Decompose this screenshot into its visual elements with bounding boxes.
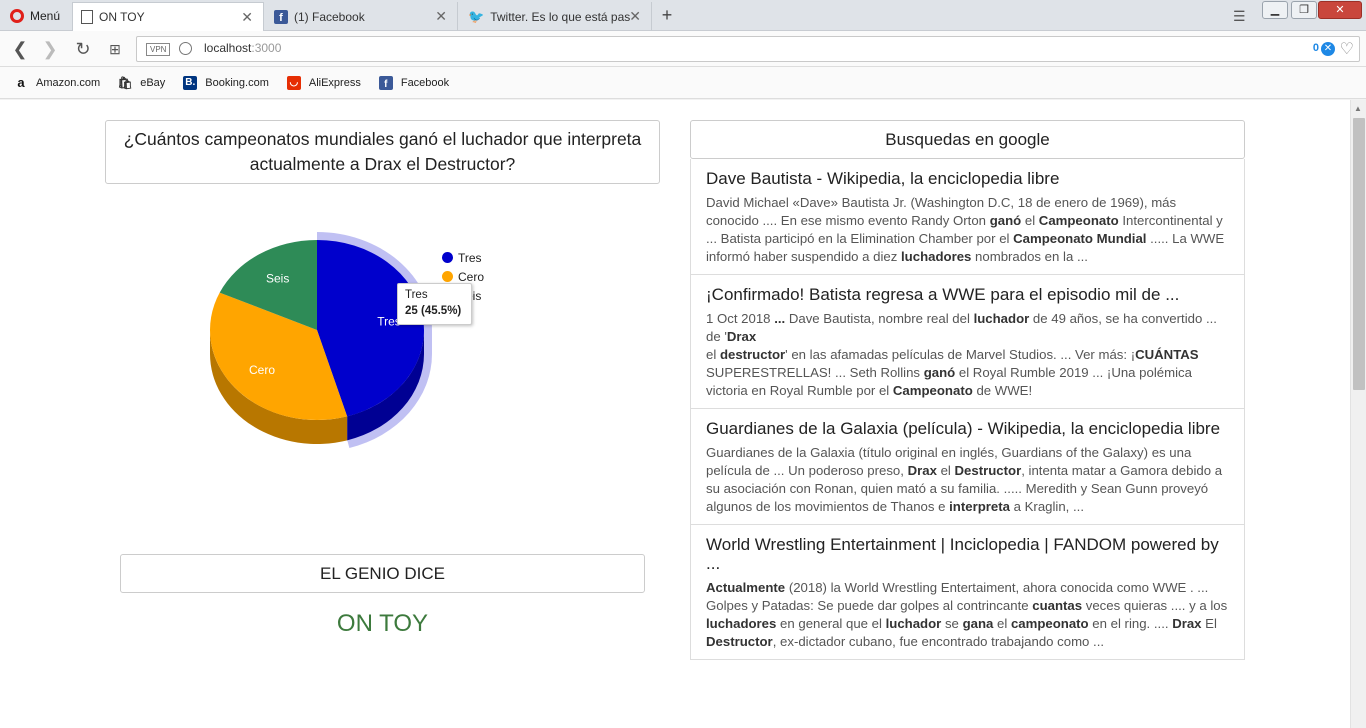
bookmark-ebay[interactable]: 🛍 eBay xyxy=(117,75,166,90)
twitter-icon: 🐦 xyxy=(468,8,485,24)
search-results: Dave Bautista - Wikipedia, la encicloped… xyxy=(690,159,1245,660)
minimize-button[interactable]: ▁ xyxy=(1262,1,1288,19)
maximize-button[interactable]: ❐ xyxy=(1291,1,1317,19)
genio-answer: ON TOY xyxy=(336,610,429,637)
bookmark-booking[interactable]: B. Booking.com xyxy=(183,75,269,90)
globe-icon xyxy=(179,42,192,55)
url-host: localhost xyxy=(204,41,252,55)
pie-chart: Tres Cero Seis xyxy=(210,232,432,449)
amazon-icon: a xyxy=(17,75,25,90)
tab-twitter[interactable]: 🐦 Twitter. Es lo que está pasan ✕ xyxy=(460,2,652,31)
question-panel: ¿Cuántos campeonatos mundiales ganó el l… xyxy=(105,120,660,184)
aliexpress-icon: ◡ xyxy=(286,75,301,90)
scroll-up-icon[interactable]: ▲ xyxy=(1354,104,1362,113)
bookmark-facebook[interactable]: f Facebook xyxy=(378,75,450,90)
address-bar[interactable]: VPN localhost:3000 0 ✕ ♡ xyxy=(136,36,1360,62)
forward-icon[interactable]: ❯ xyxy=(40,39,60,59)
tab-label: (1) Facebook xyxy=(294,9,365,24)
tab-label: ON TOY xyxy=(99,10,145,24)
bookmark-label: AliExpress xyxy=(308,76,361,89)
chart-tooltip: Tres 25 (45.5%) xyxy=(397,283,472,325)
ad-block-icon[interactable]: ✕ xyxy=(1321,42,1335,56)
page-content: ¿Cuántos campeonatos mundiales ganó el l… xyxy=(0,100,1366,728)
close-window-button[interactable]: ✕ xyxy=(1318,1,1362,19)
scrollbar-thumb[interactable] xyxy=(1353,118,1365,390)
search-result[interactable]: Guardianes de la Galaxia (película) - Wi… xyxy=(691,408,1244,524)
speed-dial-icon[interactable]: ⊞ xyxy=(105,39,125,59)
blocked-counter: 0 xyxy=(1312,42,1319,54)
tooltip-label: Tres xyxy=(405,289,428,301)
result-title[interactable]: World Wrestling Entertainment | Inciclop… xyxy=(706,535,1229,573)
pie-slice-label: Seis xyxy=(266,272,289,286)
legend-item-tres[interactable]: Tres xyxy=(442,248,484,267)
genio-panel: EL GENIO DICE xyxy=(120,554,645,593)
opera-logo-icon xyxy=(10,8,24,23)
tab-menu-icon[interactable]: ☰ xyxy=(1233,8,1246,25)
bookmarks-bar: a Amazon.com 🛍 eBay B. Booking.com ◡ Ali… xyxy=(0,67,1366,99)
result-snippet: Actualmente (2018) la World Wrestling En… xyxy=(706,580,1228,649)
url-port: :3000 xyxy=(251,41,282,55)
booking-icon: B. xyxy=(183,75,198,90)
search-result[interactable]: ¡Confirmado! Batista regresa a WWE para … xyxy=(691,274,1244,408)
url-text[interactable]: localhost:3000 xyxy=(204,41,281,55)
navigation-bar: ❮ ❯ ↻ ⊞ VPN localhost:3000 0 ✕ ♡ xyxy=(0,31,1366,67)
reload-icon[interactable]: ↻ xyxy=(73,39,93,59)
close-tab-icon[interactable]: ✕ xyxy=(629,8,641,25)
tab-facebook[interactable]: f (1) Facebook ✕ xyxy=(266,2,458,31)
bookmark-label: Amazon.com xyxy=(36,76,101,89)
facebook-icon: f xyxy=(274,9,288,24)
page-icon xyxy=(81,10,93,24)
vpn-badge[interactable]: VPN xyxy=(146,43,171,56)
tab-strip: Menú ON TOY ✕ f (1) Facebook ✕ 🐦 Twitter… xyxy=(0,0,1366,31)
close-tab-icon[interactable]: ✕ xyxy=(435,8,447,25)
legend-marker xyxy=(442,271,453,282)
heart-icon[interactable]: ♡ xyxy=(1340,39,1354,59)
menu-label: Menú xyxy=(30,8,61,23)
result-snippet: Guardianes de la Galaxia (título origina… xyxy=(706,445,1223,514)
result-snippet: 1 Oct 2018 ... Dave Bautista, nombre rea… xyxy=(706,311,1217,398)
result-snippet: David Michael «Dave» Bautista Jr. (Washi… xyxy=(706,195,1225,264)
new-tab-button[interactable]: + xyxy=(656,4,678,26)
question-text: ¿Cuántos campeonatos mundiales ganó el l… xyxy=(123,129,642,174)
page-scrollbar[interactable]: ▲ xyxy=(1350,100,1366,728)
facebook-icon: f xyxy=(378,75,393,90)
result-title[interactable]: Dave Bautista - Wikipedia, la encicloped… xyxy=(706,169,1229,188)
result-title[interactable]: Guardianes de la Galaxia (película) - Wi… xyxy=(706,419,1229,438)
search-title: Busquedas en google xyxy=(885,130,1050,149)
result-title[interactable]: ¡Confirmado! Batista regresa a WWE para … xyxy=(706,285,1229,304)
opera-menu-button[interactable]: Menú xyxy=(0,0,70,31)
close-tab-icon[interactable]: ✕ xyxy=(241,9,253,26)
genio-title: EL GENIO DICE xyxy=(319,564,445,583)
browser-chrome: Menú ON TOY ✕ f (1) Facebook ✕ 🐦 Twitter… xyxy=(0,0,1366,100)
bookmark-label: Booking.com xyxy=(205,76,269,89)
search-panel-header: Busquedas en google xyxy=(690,120,1245,159)
legend-label: Cero xyxy=(458,269,485,284)
tab-label: Twitter. Es lo que está pasan xyxy=(490,9,631,24)
tooltip-value: 25 (45.5%) xyxy=(405,305,462,317)
legend-marker xyxy=(442,252,453,263)
search-result[interactable]: World Wrestling Entertainment | Inciclop… xyxy=(691,524,1244,659)
bookmark-amazon[interactable]: a Amazon.com xyxy=(14,75,101,90)
tab-on-toy[interactable]: ON TOY ✕ xyxy=(72,2,264,31)
legend-label: Tres xyxy=(458,250,482,265)
ebay-icon: 🛍 xyxy=(117,75,133,90)
pie-slice-label: Cero xyxy=(249,363,275,377)
bookmark-label: eBay xyxy=(140,76,166,89)
bookmark-label: Facebook xyxy=(400,76,450,89)
bookmark-aliexpress[interactable]: ◡ AliExpress xyxy=(286,75,361,90)
back-icon[interactable]: ❮ xyxy=(10,39,30,59)
search-result[interactable]: Dave Bautista - Wikipedia, la encicloped… xyxy=(691,159,1244,274)
